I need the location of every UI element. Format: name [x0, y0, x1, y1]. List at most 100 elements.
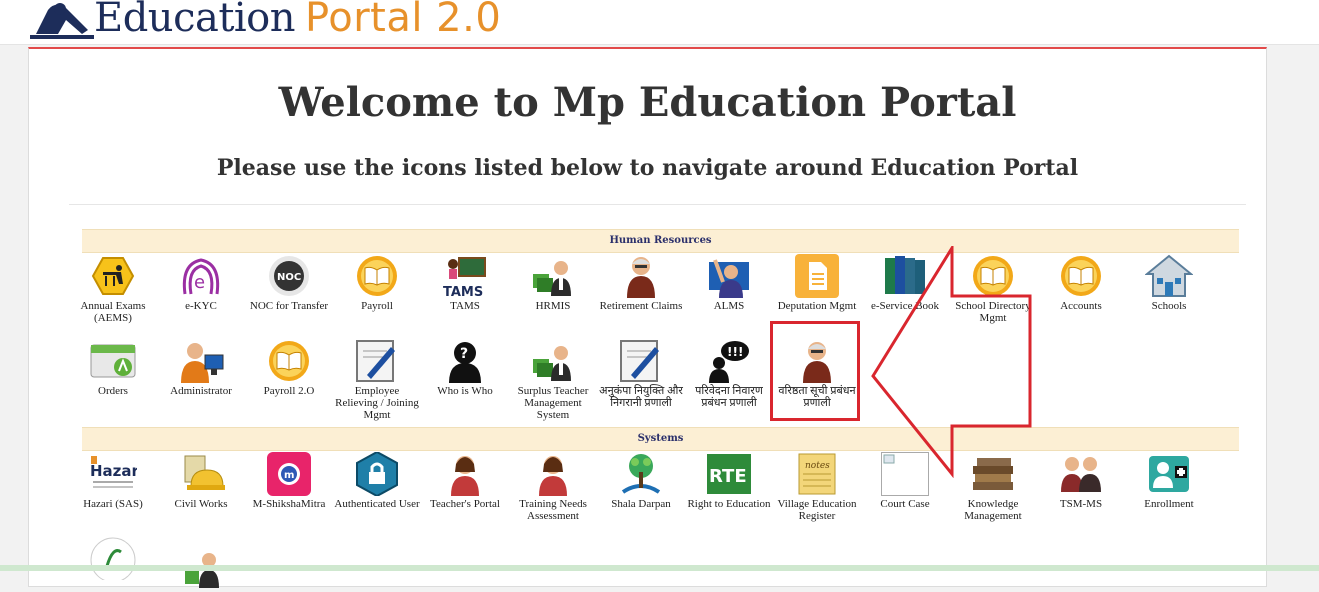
- tile-label: Accounts: [1060, 300, 1102, 312]
- svg-text:?: ?: [460, 346, 468, 362]
- tile-label: Teacher's Portal: [430, 498, 500, 510]
- tile-label: Administrator: [170, 385, 232, 397]
- tile-training-needs[interactable]: Training Needs Assessment: [509, 452, 597, 522]
- tile-label: Payroll: [361, 300, 393, 312]
- tile-label: ALMS: [713, 300, 745, 312]
- tile-label: Employee Relieving / Joining Mgmt: [335, 385, 419, 421]
- tile-m-shikshamitra[interactable]: m M-ShikshaMitra: [245, 452, 333, 510]
- tile-label: Payroll 2.O: [263, 385, 315, 397]
- person-cube-icon: [529, 339, 577, 383]
- tile-anukampa[interactable]: अनुकंपा नियुक्ति और निगरानी प्रणाली: [597, 339, 685, 409]
- logo-text-portal: Portal 2.0: [305, 0, 502, 41]
- tile-annual-exams[interactable]: Annual Exams (AEMS): [69, 254, 157, 324]
- tile-label: Shala Darpan: [611, 498, 671, 510]
- tile-authenticated-user[interactable]: Authenticated User: [333, 452, 421, 510]
- tile-label: Hazari (SAS): [83, 498, 143, 510]
- tile-deputation-mgmt[interactable]: Deputation Mgmt: [773, 254, 861, 312]
- lock-icon: [353, 452, 401, 496]
- tile-schools[interactable]: Schools: [1125, 254, 1213, 312]
- tile-label: Who is Who: [437, 385, 493, 397]
- tile-noc-transfer[interactable]: NOC NOC for Transfer: [245, 254, 333, 312]
- teacher-icon: [529, 452, 577, 496]
- tile-civil-works[interactable]: Civil Works: [157, 452, 245, 510]
- svg-text:e: e: [194, 272, 205, 293]
- circle-logo-icon: [89, 536, 137, 580]
- tile-parivedna[interactable]: !!! परिवेदना निवारण प्रबंधन प्रणाली: [685, 339, 773, 409]
- portal-logo[interactable]: Education Portal 2.0: [30, 0, 501, 44]
- page-subtitle: Please use the icons listed below to nav…: [216, 155, 1079, 181]
- tile-label: परिवेदना निवारण प्रबंधन प्रणाली: [695, 385, 763, 409]
- orders-icon: [89, 339, 137, 383]
- tile-partial-1[interactable]: [69, 536, 157, 582]
- elder-person-icon: [617, 254, 665, 298]
- two-people-icon: [1057, 452, 1105, 496]
- tile-accounts[interactable]: Accounts: [1037, 254, 1125, 312]
- main-panel: Welcome to Mp Education Portal Please us…: [28, 47, 1267, 588]
- person-raising-hand-icon: [705, 254, 753, 298]
- tile-hazari[interactable]: Hazari Hazari (SAS): [69, 452, 157, 510]
- mshiksha-icon: m: [265, 452, 313, 496]
- section-header-systems: Systems: [82, 427, 1239, 451]
- tile-label: TSM-MS: [1059, 498, 1103, 510]
- tile-tsm-ms[interactable]: TSM-MS: [1037, 452, 1125, 510]
- tile-shala-darpan[interactable]: Shala Darpan: [597, 452, 685, 510]
- tile-employee-relieving[interactable]: Employee Relieving / Joining Mgmt: [333, 339, 421, 421]
- tile-ekyc[interactable]: e e-KYC: [157, 254, 245, 312]
- house-icon: [1145, 254, 1193, 298]
- tile-tams[interactable]: TAMS TAMS: [421, 254, 509, 312]
- tile-label: e-KYC: [185, 300, 217, 312]
- tile-label: Surplus Teacher Management System: [517, 385, 589, 421]
- tile-label: Right to Education: [687, 498, 771, 510]
- tile-teachers-portal[interactable]: Teacher's Portal: [421, 452, 509, 510]
- tile-label: NOC for Transfer: [249, 300, 329, 312]
- svg-text:TAMS: TAMS: [443, 285, 483, 298]
- tile-right-to-education[interactable]: RTE Right to Education: [685, 452, 773, 510]
- svg-text:m: m: [284, 470, 294, 481]
- pen-sign-icon: [353, 339, 401, 383]
- tile-enrollment[interactable]: Enrollment: [1125, 452, 1213, 510]
- tile-surplus-teacher[interactable]: Surplus Teacher Management System: [509, 339, 597, 421]
- tile-label: Village Education Register: [777, 498, 857, 522]
- tile-label: Knowledge Management: [964, 498, 1022, 522]
- tile-who-is-who[interactable]: ? Who is Who: [421, 339, 509, 397]
- teacher-icon: [441, 452, 489, 496]
- tile-village-education-register[interactable]: notes Village Education Register: [773, 452, 861, 522]
- admin-computer-icon: [177, 339, 225, 383]
- tile-label: Enrollment: [1144, 498, 1194, 510]
- tile-label: Deputation Mgmt: [777, 300, 857, 312]
- hardhat-icon: [177, 452, 225, 496]
- tile-label: Orders: [98, 385, 128, 397]
- tile-label: Training Needs Assessment: [519, 498, 587, 522]
- tile-label: Court Case: [880, 498, 930, 510]
- svg-text:notes: notes: [805, 461, 830, 471]
- tile-label: Authenticated User: [334, 498, 420, 510]
- speech-alert-icon: !!!: [705, 339, 753, 383]
- tile-hrmis[interactable]: HRMIS: [509, 254, 597, 312]
- tams-icon: TAMS: [441, 254, 489, 298]
- book-icon: [265, 339, 313, 383]
- tile-label: Annual Exams (AEMS): [80, 300, 146, 324]
- rte-icon: RTE: [705, 452, 753, 496]
- person-cube-icon: [529, 254, 577, 298]
- svg-text:!!!: !!!: [727, 345, 743, 359]
- shala-darpan-icon: [617, 452, 665, 496]
- tile-alms[interactable]: ALMS: [685, 254, 773, 312]
- section-header-human-resources: Human Resources: [82, 229, 1239, 253]
- notes-icon: notes: [793, 452, 841, 496]
- pen-sign-icon: [617, 339, 665, 383]
- tile-label: Civil Works: [174, 498, 228, 510]
- tile-administrator[interactable]: Administrator: [157, 339, 245, 397]
- tile-payroll-2[interactable]: Payroll 2.O: [245, 339, 333, 397]
- tile-label: Retirement Claims: [599, 300, 683, 312]
- book-icon: [1057, 254, 1105, 298]
- svg-text:RTE: RTE: [709, 466, 747, 487]
- svg-text:NOC: NOC: [277, 272, 301, 283]
- noc-icon: NOC: [265, 254, 313, 298]
- tile-retirement-claims[interactable]: Retirement Claims: [597, 254, 685, 312]
- logo-text-education: Education: [94, 0, 296, 41]
- tile-label: M-ShikshaMitra: [252, 498, 326, 510]
- exam-icon: [89, 254, 137, 298]
- tile-payroll[interactable]: Payroll: [333, 254, 421, 312]
- bottom-strip: [0, 565, 1319, 571]
- tile-orders[interactable]: Orders: [69, 339, 157, 397]
